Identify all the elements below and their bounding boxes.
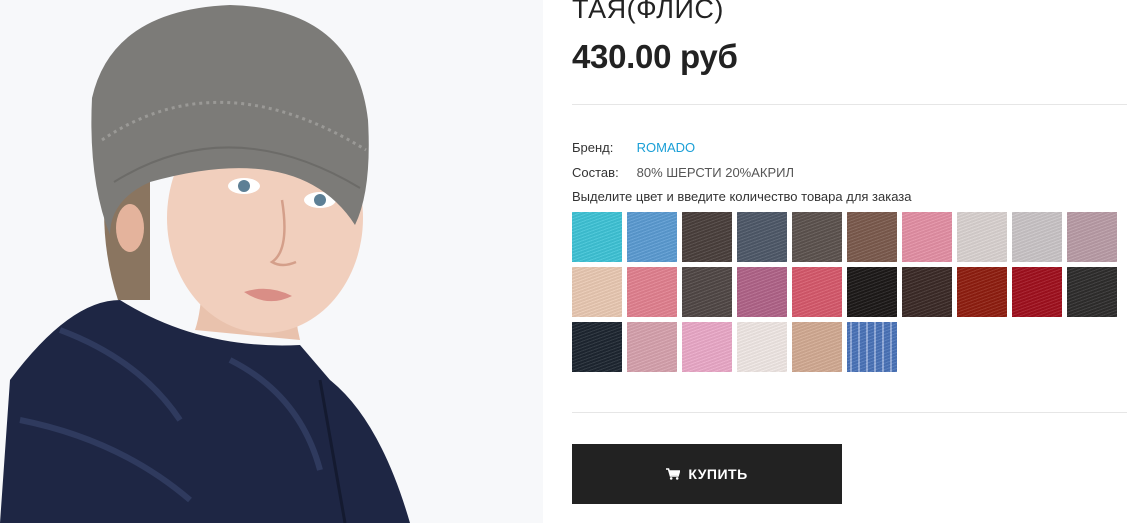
color-swatch[interactable]: [737, 267, 787, 317]
color-swatch[interactable]: [737, 322, 787, 372]
brand-row: Бренд: ROMADO: [572, 140, 695, 155]
color-swatch[interactable]: [1067, 267, 1117, 317]
composition-value: 80% ШЕРСТИ 20%АКРИЛ: [636, 165, 795, 180]
composition-label: Состав:: [572, 165, 619, 180]
color-swatch[interactable]: [847, 267, 897, 317]
cart-icon: [666, 468, 681, 480]
color-swatch[interactable]: [682, 267, 732, 317]
buy-button[interactable]: КУПИТЬ: [572, 444, 842, 504]
color-swatch[interactable]: [1067, 212, 1117, 262]
color-swatch[interactable]: [792, 322, 842, 372]
color-swatch[interactable]: [847, 212, 897, 262]
color-swatch[interactable]: [737, 212, 787, 262]
color-swatch[interactable]: [572, 322, 622, 372]
color-select-hint: Выделите цвет и введите количество товар…: [572, 189, 912, 204]
product-price: 430.00 руб: [572, 38, 738, 75]
divider: [572, 104, 1127, 105]
composition-row: Состав: 80% ШЕРСТИ 20%АКРИЛ: [572, 165, 794, 180]
color-swatch[interactable]: [682, 212, 732, 262]
buy-button-label: КУПИТЬ: [688, 466, 748, 482]
color-swatch[interactable]: [792, 267, 842, 317]
color-swatch[interactable]: [957, 267, 1007, 317]
color-swatch[interactable]: [627, 322, 677, 372]
color-swatch[interactable]: [572, 212, 622, 262]
color-swatch[interactable]: [902, 212, 952, 262]
product-info: ТАЯ(ФЛИС) 430.00 руб Бренд: ROMADO Соста…: [572, 0, 1127, 523]
color-swatch[interactable]: [1012, 212, 1062, 262]
color-swatch[interactable]: [792, 212, 842, 262]
color-swatch[interactable]: [627, 267, 677, 317]
color-swatch[interactable]: [682, 322, 732, 372]
color-swatch-grid: [572, 212, 1127, 372]
product-title: ТАЯ(ФЛИС): [572, 0, 724, 24]
color-swatch[interactable]: [847, 322, 897, 372]
brand-label: Бренд:: [572, 140, 614, 155]
brand-link[interactable]: ROMADO: [637, 140, 696, 155]
color-swatch[interactable]: [902, 267, 952, 317]
divider: [572, 412, 1127, 413]
color-swatch[interactable]: [1012, 267, 1062, 317]
color-swatch[interactable]: [957, 212, 1007, 262]
color-swatch[interactable]: [572, 267, 622, 317]
product-image: [0, 0, 543, 523]
color-swatch[interactable]: [627, 212, 677, 262]
